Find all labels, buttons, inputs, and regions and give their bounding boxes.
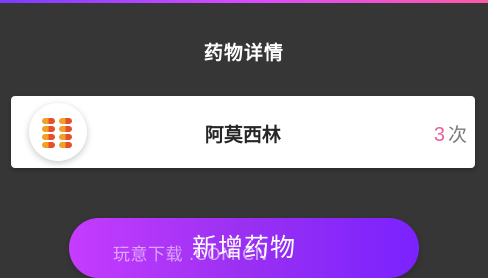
watermark: 玩意下载 .COM.CN <box>113 245 268 265</box>
drug-name: 阿莫西林 <box>204 124 281 146</box>
page-title: 药物详情 <box>203 42 284 64</box>
drug-count: 3次 <box>434 120 467 147</box>
top-accent-bar <box>0 0 488 3</box>
drug-count-unit: 次 <box>447 124 467 146</box>
drug-card[interactable]: 阿莫西林 3次 <box>11 96 475 168</box>
drug-count-value: 3 <box>433 124 445 146</box>
